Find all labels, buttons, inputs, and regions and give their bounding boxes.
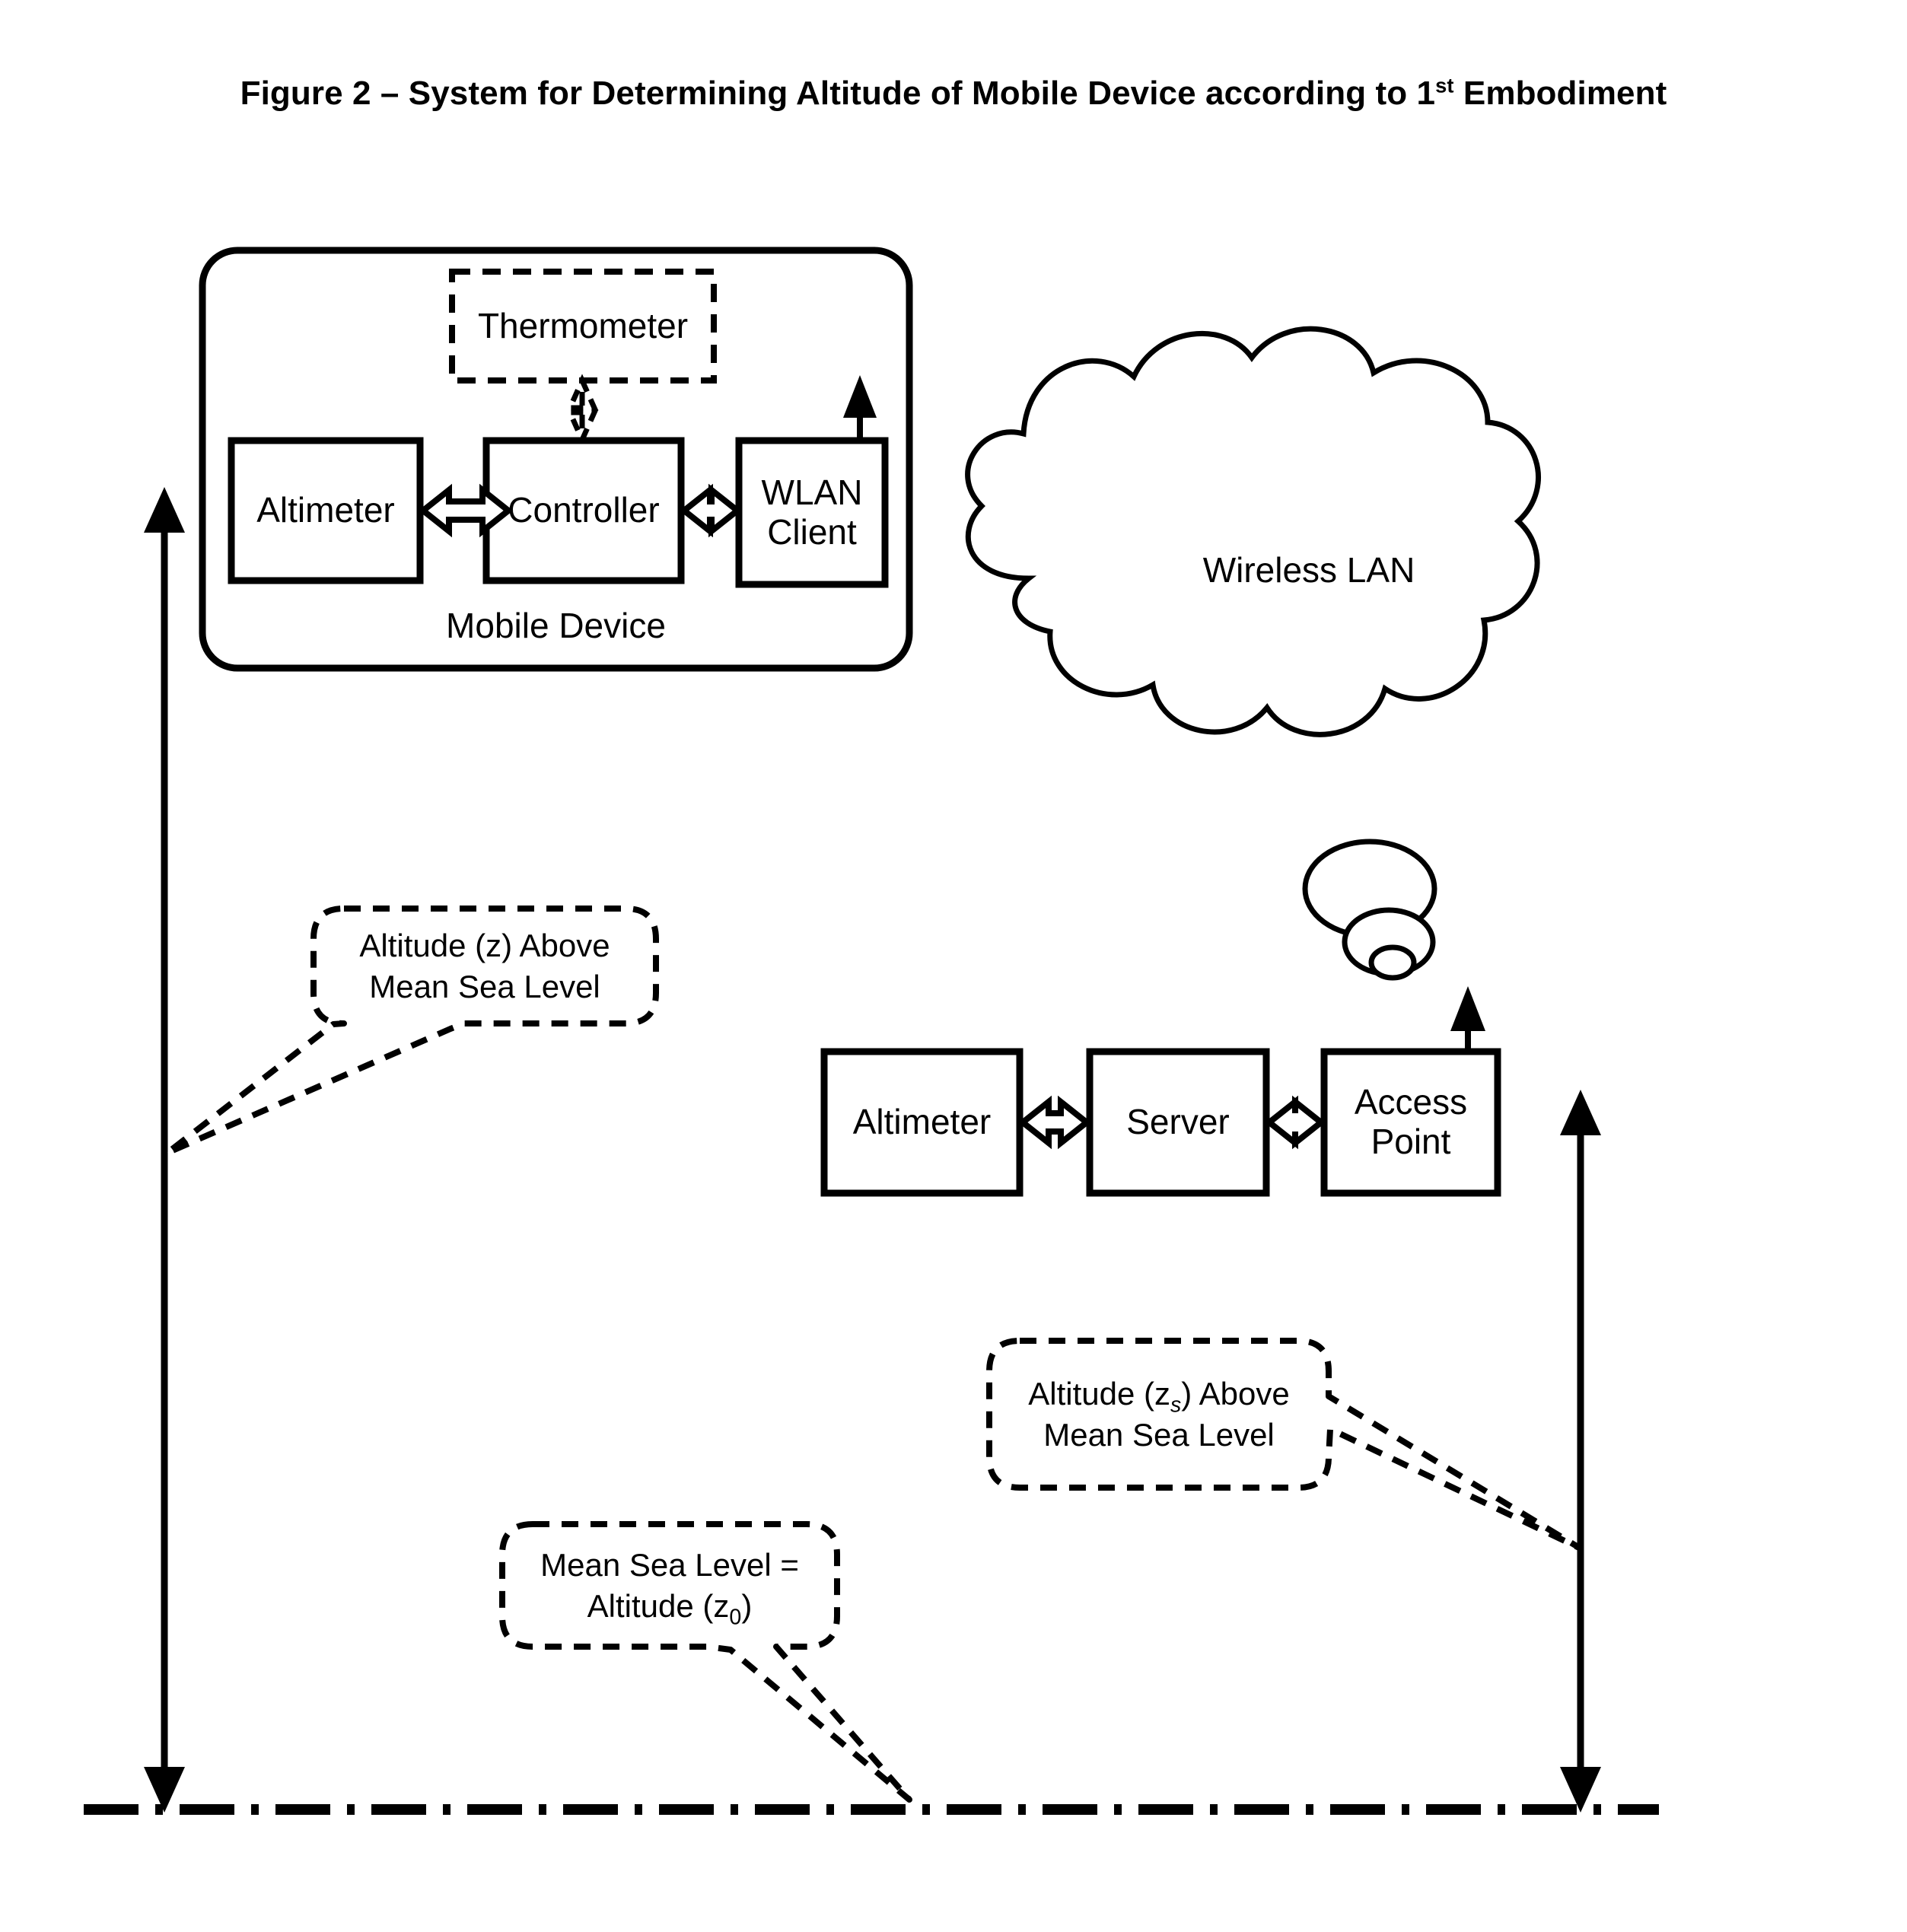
callout-altitude-z [164, 906, 659, 1156]
diagram-svg [84, 247, 1659, 1815]
wlan-client-block [735, 437, 889, 588]
figure-canvas: Figure 2 – System for Determining Altitu… [0, 0, 1907, 1932]
server-access-point-arrow [1264, 1095, 1326, 1150]
callout-mean-sea-level [499, 1521, 912, 1803]
wireless-lan-cloud [965, 326, 1541, 981]
controller-block [482, 437, 685, 584]
server-altimeter-block [820, 1048, 1024, 1197]
access-point-block [1320, 1048, 1501, 1197]
server-altimeter-arrow [1017, 1095, 1092, 1150]
thermometer-block [449, 269, 717, 384]
access-point-uplink-arrow [1450, 986, 1485, 1052]
mobile-altimeter-block [228, 437, 424, 584]
altitude-zs-dimension-arrow [1560, 1090, 1601, 1813]
callout-altitude-zs [986, 1338, 1584, 1552]
server-block [1086, 1048, 1270, 1197]
